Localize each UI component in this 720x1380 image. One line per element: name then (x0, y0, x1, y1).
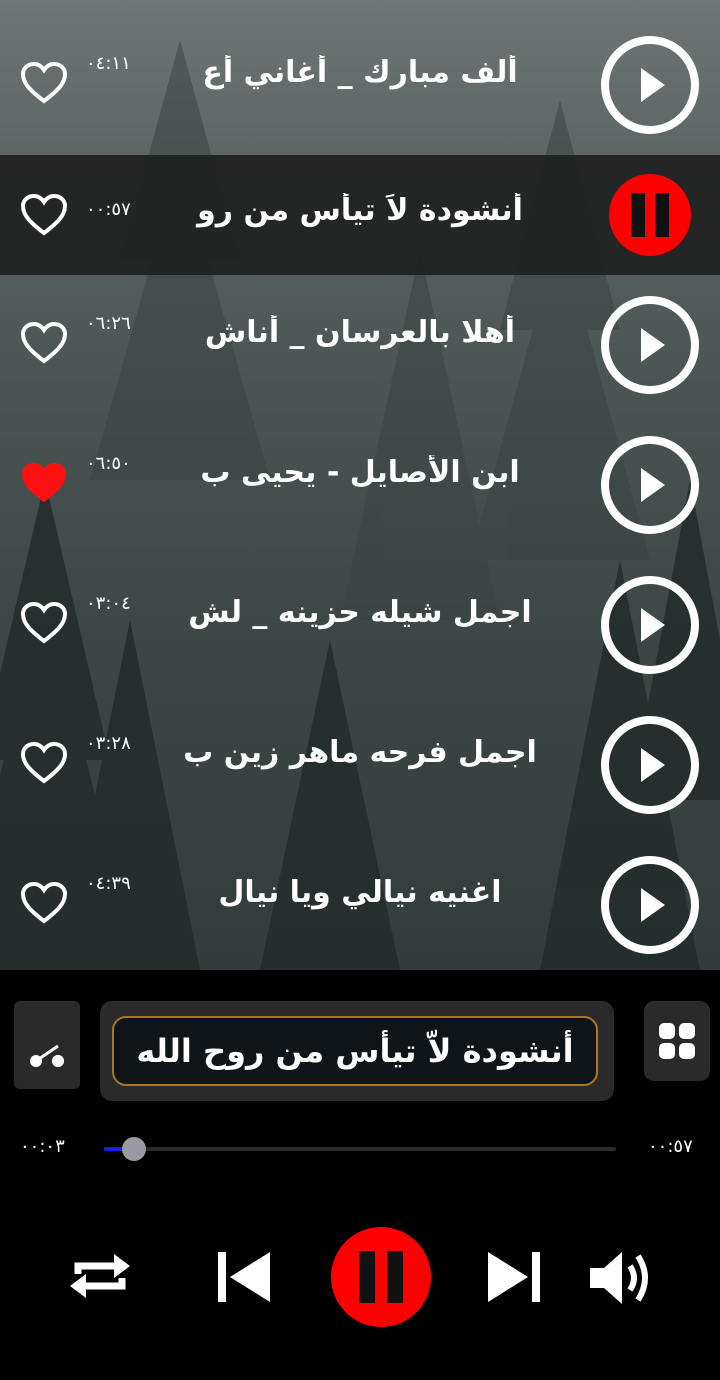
track-row[interactable]: ٠٤:١١ ألف مبارك _ أغاني أع (0, 25, 720, 145)
heart-icon[interactable] (20, 741, 68, 785)
repeat-button[interactable] (64, 1240, 136, 1312)
track-list: ٠٤:١١ ألف مبارك _ أغاني أع ٠٠:٥٧ أنشودة لاَ… (0, 0, 720, 970)
track-title[interactable]: أنشودة لاَ تيأس من رو (160, 193, 560, 228)
heart-icon[interactable] (20, 61, 68, 105)
share-button[interactable] (14, 1001, 80, 1089)
track-duration: ٠٠:٥٧ (86, 199, 131, 220)
track-duration: ٠٦:٥٠ (86, 453, 131, 474)
volume-icon (590, 1252, 648, 1304)
track-title[interactable]: اجمل شيله حزينه _ لش (160, 595, 560, 630)
play-icon (601, 716, 699, 814)
now-playing-box: أنشودة لاّ تيأس من روح الله (100, 1001, 614, 1101)
main-pause-button[interactable] (330, 1226, 432, 1328)
track-duration: ٠٣:٠٤ (86, 593, 131, 614)
track-row[interactable]: ٠٦:٥٠ ابن الأصايل - يحيى ب (0, 425, 720, 545)
player-panel: أنشودة لاّ تيأس من روح الله ٠٠:٠٣ ٠٠:٥٧ (0, 970, 720, 1380)
play-icon (601, 436, 699, 534)
play-icon (601, 36, 699, 134)
track-duration: ٠٤:٣٩ (86, 873, 131, 894)
heart-icon[interactable] (20, 881, 68, 925)
track-row[interactable]: ٠٦:٢٦ أهلا بالعرسان _ أناش (0, 285, 720, 405)
track-play-button[interactable] (600, 575, 700, 675)
track-play-button[interactable] (600, 715, 700, 815)
next-button[interactable] (484, 1246, 546, 1308)
track-row[interactable]: ٠٣:٠٤ اجمل شيله حزينه _ لش (0, 565, 720, 685)
menu-button[interactable] (644, 1001, 710, 1081)
heart-icon[interactable] (20, 321, 68, 365)
track-play-button[interactable] (600, 295, 700, 395)
track-row[interactable]: ٠٣:٢٨ اجمل فرحه ماهر زين ب (0, 705, 720, 825)
play-icon (601, 296, 699, 394)
track-title[interactable]: ابن الأصايل - يحيى ب (160, 455, 560, 490)
track-play-button[interactable] (600, 35, 700, 135)
progress-handle[interactable] (121, 1137, 146, 1161)
play-icon (601, 576, 699, 674)
track-row[interactable]: ٠٠:٥٧ أنشودة لاَ تيأس من رو (0, 155, 720, 275)
track-title[interactable]: ألف مبارك _ أغاني أع (160, 55, 560, 90)
pause-icon (609, 174, 691, 256)
pause-icon (331, 1227, 431, 1327)
share-icon (30, 1044, 64, 1067)
heart-filled-icon[interactable] (20, 461, 68, 505)
total-time: ٠٠:٥٧ (648, 1136, 693, 1157)
skip-next-icon (488, 1252, 540, 1302)
track-title[interactable]: اجمل فرحه ماهر زين ب (160, 735, 560, 770)
repeat-icon (70, 1254, 130, 1298)
heart-icon[interactable] (20, 193, 68, 237)
progress-bar[interactable] (104, 1137, 616, 1161)
play-icon (601, 856, 699, 954)
track-duration: ٠٦:٢٦ (86, 313, 131, 334)
previous-button[interactable] (212, 1246, 274, 1308)
heart-icon[interactable] (20, 601, 68, 645)
track-row[interactable]: ٠٤:٣٩ اغنيه نيالي ويا نيال (0, 845, 720, 965)
skip-previous-icon (218, 1252, 270, 1302)
grid-icon (659, 1023, 695, 1059)
track-title[interactable]: اغنيه نيالي ويا نيال (160, 875, 560, 910)
track-play-button[interactable] (600, 435, 700, 535)
track-duration: ٠٤:١١ (86, 53, 131, 74)
track-pause-button[interactable] (600, 165, 700, 265)
track-title[interactable]: أهلا بالعرسان _ أناش (160, 315, 560, 350)
volume-button[interactable] (586, 1244, 654, 1312)
current-time: ٠٠:٠٣ (20, 1136, 65, 1157)
now-playing-title: أنشودة لاّ تيأس من روح الله (112, 1016, 598, 1086)
track-play-button[interactable] (600, 855, 700, 955)
track-duration: ٠٣:٢٨ (86, 733, 131, 754)
